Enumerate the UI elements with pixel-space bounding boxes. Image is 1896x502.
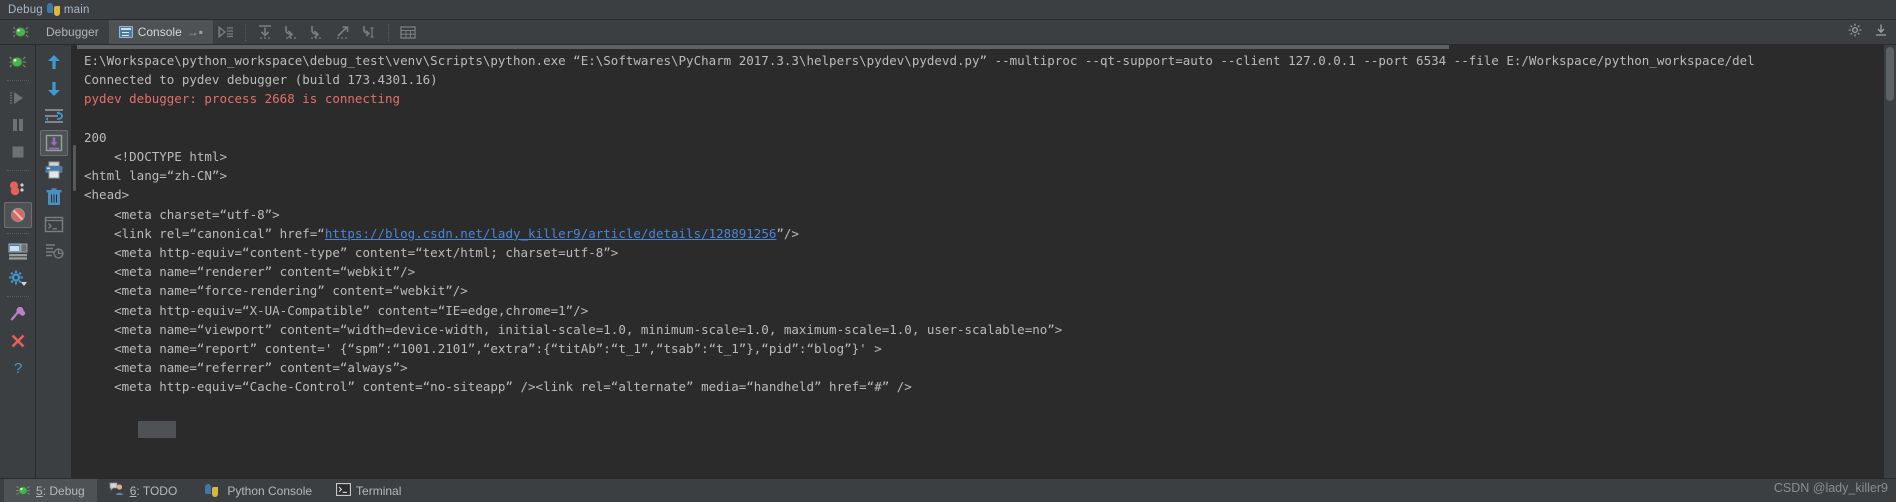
toolbar-divider-2	[388, 23, 390, 41]
statusbar-item-debug[interactable]: 5: Debug	[4, 478, 97, 502]
console-line: <meta name=“report” content=' {“spm”:“10…	[84, 341, 882, 357]
tab-debugger[interactable]: Debugger	[36, 20, 109, 44]
soft-wrap-icon[interactable]	[40, 103, 68, 129]
tab-console-label: Console	[137, 25, 182, 39]
toolbar-divider	[245, 23, 247, 41]
up-arrow-icon[interactable]	[40, 49, 68, 75]
close-icon[interactable]	[4, 328, 32, 354]
restore-layout-icon[interactable]	[4, 238, 32, 264]
terminal-prompt-icon	[336, 482, 351, 499]
tab-debugger-label: Debugger	[46, 25, 99, 39]
view-breakpoints-icon[interactable]	[4, 175, 32, 201]
toolbar-corner-actions	[1848, 20, 1888, 45]
statusbar-item-terminal[interactable]: Terminal	[324, 479, 413, 502]
console-url-link[interactable]: https://blog.csdn.net/lady_killer9/artic…	[325, 226, 777, 241]
hide-panel-icon[interactable]	[1874, 23, 1888, 42]
statusbar-debug-key: 5	[36, 483, 43, 498]
console-line: E:\Workspace\python_workspace\debug_test…	[84, 53, 1755, 68]
window-titlebar: Debug main	[0, 0, 1896, 20]
console-line: <meta name=“force-rendering” content=“we…	[84, 283, 468, 299]
bug-icon	[16, 484, 31, 497]
debug-bug-icon	[6, 20, 36, 44]
statusbar-debug-label: : Debug	[42, 483, 85, 498]
force-step-into-icon[interactable]	[304, 20, 330, 44]
terminal-icon[interactable]	[40, 211, 68, 237]
console-line-text: <link rel=“canonical” href=“	[84, 225, 325, 241]
print-icon[interactable]	[40, 157, 68, 183]
console-line: <meta http-equiv=“Cache-Control” content…	[84, 379, 912, 395]
watermark-text: CSDN @lady_killer9	[1773, 481, 1888, 495]
console-line-text-end: ”/>	[776, 225, 799, 241]
console-line: Connected to pydev debugger (build 173.4…	[84, 72, 438, 88]
python-logo-icon	[46, 3, 60, 16]
console-vscrollbar[interactable]	[1884, 45, 1896, 478]
console-window-icon	[118, 26, 133, 38]
svg-text:?: ?	[14, 360, 22, 377]
debug-bug-icon[interactable]	[4, 49, 32, 75]
console-line: <link rel=“canonical” href=“https://blog…	[84, 224, 1896, 243]
rerun-icon[interactable]	[213, 20, 239, 44]
stop-icon[interactable]	[4, 139, 32, 165]
python-logo-icon	[205, 484, 219, 497]
pycharm-debug-window: Debug main Debugger Console →▪ ? E:\Work…	[0, 0, 1896, 502]
statusbar-todo-label: : TODO	[136, 483, 178, 498]
gutter-separator-2	[6, 170, 29, 171]
clear-all-icon[interactable]	[40, 184, 68, 210]
console-line: <meta name=“referrer” content=“always”>	[84, 360, 408, 376]
console-line: 200	[84, 129, 107, 145]
export-icon[interactable]	[40, 238, 68, 264]
console-line: <html lang=“zh-CN”>	[84, 168, 227, 184]
debug-toolbar: Debugger Console →▪	[0, 20, 1896, 45]
console-output-panel[interactable]: E:\Workspace\python_workspace\debug_test…	[72, 45, 1896, 478]
settings-gear-dropdown-icon[interactable]	[4, 265, 32, 291]
resume-program-icon[interactable]	[4, 85, 32, 111]
pin-tab-icon[interactable]	[4, 301, 32, 327]
console-line: <meta charset=“utf-8”>	[84, 206, 280, 222]
evaluate-expression-icon[interactable]	[395, 20, 421, 44]
todo-person-icon	[109, 482, 125, 499]
run-to-cursor-icon[interactable]	[356, 20, 382, 44]
debug-body: ? E:\Workspace\python_workspace\debug_te…	[0, 45, 1896, 478]
window-title-prefix: Debug	[8, 3, 43, 16]
step-over-icon[interactable]	[252, 20, 278, 44]
scroll-to-end-icon[interactable]	[39, 130, 68, 156]
gutter-separator-4	[6, 296, 29, 297]
gutter-separator	[6, 80, 29, 81]
pause-program-icon[interactable]	[4, 112, 32, 138]
debug-actions-gutter: ?	[0, 45, 36, 478]
status-bar: 5: Debug 6: TODO Python Console Terminal…	[0, 478, 1896, 502]
console-line: <meta name=“renderer” content=“webkit”/>	[84, 264, 416, 280]
step-into-icon[interactable]	[278, 20, 304, 44]
gutter-separator-3	[6, 233, 29, 234]
help-icon[interactable]: ?	[4, 355, 32, 381]
console-text[interactable]: E:\Workspace\python_workspace\debug_test…	[72, 45, 1896, 478]
console-line: <meta http-equiv=“X-UA-Compatible” conte…	[84, 302, 589, 318]
statusbar-terminal-label: Terminal	[356, 483, 402, 498]
soft-wrap-arrow-icon: →▪	[186, 25, 204, 39]
console-line: <meta http-equiv=“content-type” content=…	[84, 245, 619, 261]
statusbar-item-todo[interactable]: 6: TODO	[97, 479, 190, 502]
mute-breakpoints-icon[interactable]	[3, 202, 32, 228]
statusbar-item-python-console[interactable]: Python Console	[189, 479, 324, 502]
csdn-watermark: CSDN @lady_killer9	[1774, 481, 1888, 495]
console-actions-gutter	[36, 45, 72, 478]
settings-gear-icon[interactable]	[1848, 23, 1862, 42]
console-line: <head>	[84, 187, 130, 203]
run-configuration-name: main	[63, 3, 90, 16]
console-line: <meta name=“viewport” content=“width=dev…	[84, 321, 1063, 337]
tab-console[interactable]: Console →▪	[108, 20, 214, 44]
console-line: <!DOCTYPE html>	[84, 149, 227, 165]
console-line: pydev debugger: process 2668 is connecti…	[84, 91, 401, 107]
down-arrow-icon[interactable]	[40, 76, 68, 102]
step-out-icon[interactable]	[330, 20, 356, 44]
statusbar-python-console-label: Python Console	[227, 483, 313, 498]
